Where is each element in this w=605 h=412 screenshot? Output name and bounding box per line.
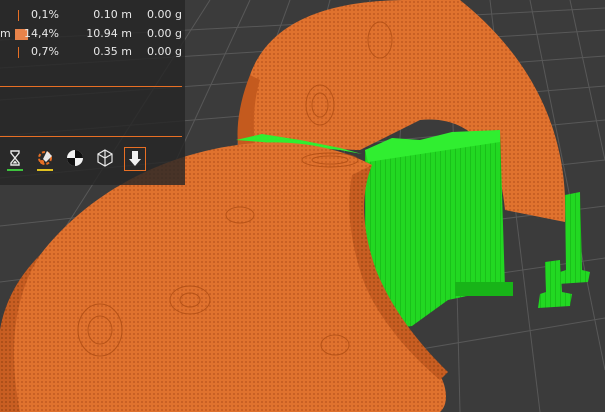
- hourglass-icon: [10, 150, 20, 166]
- tool-color-wheel[interactable]: [64, 147, 86, 171]
- 3d-viewport[interactable]: 0,1% 0.10 m 0.00 g m 14,4% 10.94 m 0.00 …: [0, 0, 605, 412]
- download-arrow-icon: [129, 151, 141, 166]
- stat-percentage: 0,7%: [31, 45, 59, 58]
- color-print-legend-panel: 0,1% 0.10 m 0.00 g m 14,4% 10.94 m 0.00 …: [0, 0, 185, 185]
- color-wheel-icon: [67, 150, 83, 166]
- stat-label-prefix: m: [0, 27, 11, 40]
- paint-underline: [37, 169, 53, 171]
- extruder-marker: [18, 47, 19, 58]
- paint-brush-icon: [38, 151, 52, 165]
- wireframe-cube-icon: [97, 149, 113, 167]
- stat-percentage: 14,4%: [24, 27, 59, 40]
- stat-weight: 0.00 g: [147, 27, 182, 40]
- hourglass-underline: [7, 169, 23, 171]
- panel-divider: [0, 86, 182, 87]
- stat-percentage: 0,1%: [31, 8, 59, 21]
- stat-weight: 0.00 g: [147, 8, 182, 21]
- stat-weight: 0.00 g: [147, 45, 182, 58]
- extruder-stat-row: 0,7% 0.35 m 0.00 g: [0, 44, 185, 62]
- tool-paint[interactable]: [34, 147, 56, 171]
- extruder-stat-row: m 14,4% 10.94 m 0.00 g: [0, 26, 185, 44]
- extruder-stat-row: 0,1% 0.10 m 0.00 g: [0, 7, 185, 25]
- panel-divider: [0, 136, 182, 137]
- stat-length: 0.10 m: [93, 8, 132, 21]
- view-toolbar: [0, 147, 160, 173]
- tool-wireframe[interactable]: [94, 147, 116, 171]
- stat-length: 0.35 m: [93, 45, 132, 58]
- stat-length: 10.94 m: [86, 27, 132, 40]
- extruder-marker: [18, 10, 19, 21]
- tool-hourglass[interactable]: [4, 147, 26, 171]
- tool-download-selected[interactable]: [124, 147, 146, 171]
